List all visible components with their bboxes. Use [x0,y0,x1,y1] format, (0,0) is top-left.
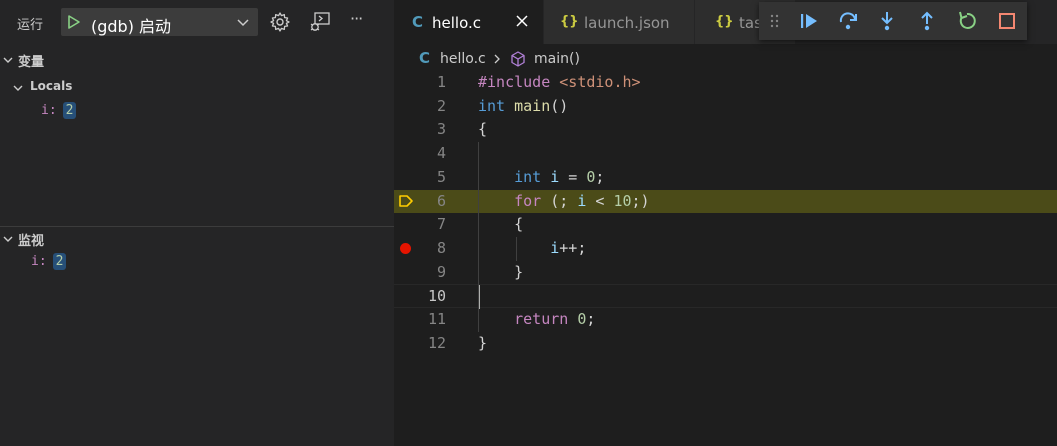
restart-icon[interactable] [956,10,978,32]
play-icon[interactable] [66,14,82,34]
drag-handle-icon[interactable] [768,10,790,32]
code-line-4[interactable]: 4 [394,142,1057,166]
code-line-3[interactable]: 3{ [394,118,1057,142]
code-text: { [478,215,524,234]
run-label: 运行 [17,18,44,33]
code-text: { [478,120,488,139]
watch-row[interactable]: i: 2 [31,253,67,275]
step-out-icon[interactable] [916,10,938,32]
line-number[interactable]: 2 [394,97,446,115]
tab-hello-c[interactable]: C hello.c [394,0,543,44]
gear-icon[interactable] [269,11,291,33]
line-number[interactable]: 10 [394,287,446,305]
breadcrumb-file[interactable]: hello.c [440,51,486,67]
line-number[interactable]: 3 [394,120,446,138]
code-text: } [478,333,488,352]
code-line-6[interactable]: 6 for (; i < 10;) [394,189,1057,214]
debug-toolbar [759,2,1027,40]
code-line-11[interactable]: 11 return 0; [394,308,1057,332]
code-line-12[interactable]: 12} [394,332,1057,356]
variables-section-header[interactable]: 变量 [0,48,394,70]
code-line-2[interactable]: 2 int main() [394,95,1057,119]
code-text: for (; i < 10;) [514,191,650,210]
chevron-down-icon [12,82,24,98]
line-number[interactable]: 11 [394,310,446,328]
tab-label: hello.c [432,14,481,32]
code-line-7[interactable]: 7 { [394,213,1057,237]
breadcrumb: C hello.c main() [394,47,1057,71]
debug-config-select[interactable]: (gdb) 启动 [61,8,258,36]
code-text: } [478,262,524,281]
c-file-icon: C [419,49,431,67]
code-text: int main() [478,96,569,115]
continue-icon[interactable] [798,10,820,32]
indent-guide [478,142,479,332]
chevron-down-icon [2,54,14,70]
variable-value: 2 [62,102,77,119]
symbol-method-icon [509,50,527,72]
watch-value: 2 [52,253,67,270]
line-number[interactable]: 9 [394,263,446,281]
tab-launch-json[interactable]: {} launch.json [544,0,694,44]
current-stack-frame-icon[interactable] [398,193,414,213]
c-file-icon: C [412,13,424,31]
watch-section-header[interactable]: 监视 [0,226,394,249]
watch-title: 监视 [18,234,45,249]
line-number[interactable]: 5 [394,168,446,186]
code-text: #include <stdio.h> [478,73,641,91]
code-line-1[interactable]: 1 #include <stdio.h> [394,71,1057,95]
tab-label: launch.json [584,14,670,32]
watch-expression: i: [31,254,47,269]
code-line-9[interactable]: 9 } [394,261,1057,285]
debug-console-icon[interactable] [309,11,331,33]
json-file-icon: {} [560,14,579,29]
code-line-8[interactable]: 8 i++; [394,237,1057,261]
step-over-icon[interactable] [837,10,859,32]
code-line-5[interactable]: 5 int i = 0; [394,166,1057,190]
stop-icon[interactable] [996,10,1018,32]
indent-guide [516,236,517,261]
variables-title: 变量 [18,55,45,70]
debug-config-label: (gdb) 启动 [91,17,172,36]
line-number[interactable]: 12 [394,334,446,352]
run-bar: 运行 (gdb) 启动 ··· [0,0,394,44]
breakpoint-icon[interactable] [400,242,411,254]
variable-row[interactable]: i: 2 [41,102,77,124]
chevron-right-icon [492,53,502,69]
breadcrumb-symbol[interactable]: main() [534,51,580,67]
line-number[interactable]: 7 [394,215,446,233]
chevron-down-icon [2,233,14,249]
debug-sidebar: 运行 (gdb) 启动 ··· 变量 Locals i: 2 监视 i: 2 [0,0,394,446]
locals-title: Locals [30,79,73,93]
json-file-icon: {} [715,14,734,29]
close-icon[interactable] [514,13,530,33]
chevron-down-icon [236,15,250,33]
code-editor[interactable]: 1 #include <stdio.h> 2 int main() 3{4 5 int i… [394,71,1057,446]
variable-name: i: [41,103,57,118]
locals-scope[interactable]: Locals [0,76,394,98]
line-number[interactable]: 4 [394,144,446,162]
more-icon[interactable]: ··· [350,9,372,31]
code-text: return 0; [514,310,596,328]
code-line-10[interactable]: 10 [394,284,1057,309]
code-text: i++; [550,238,587,257]
code-text: int i = 0; [514,167,605,186]
step-into-icon[interactable] [876,10,898,32]
line-number[interactable]: 1 [394,73,446,91]
